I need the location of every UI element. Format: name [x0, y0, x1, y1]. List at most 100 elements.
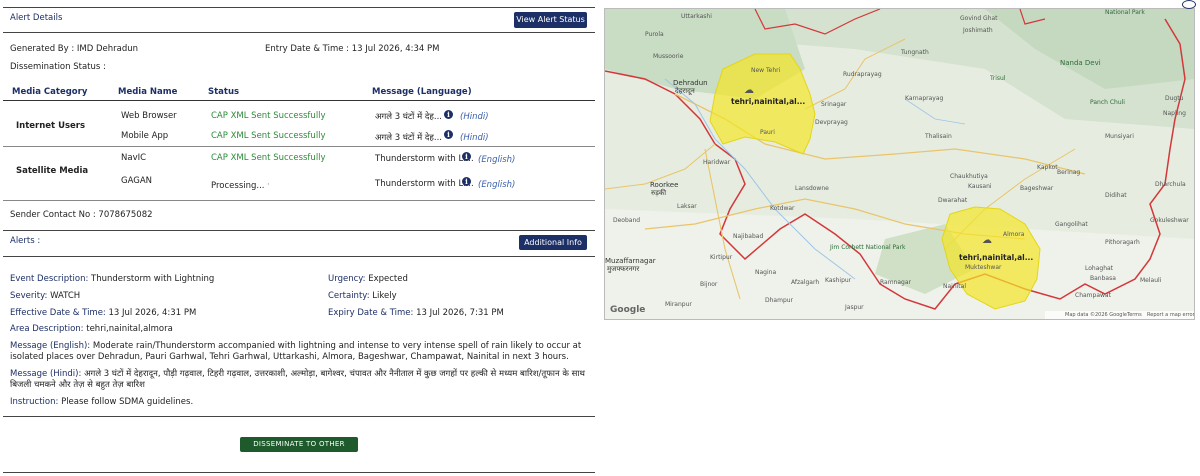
place-label: Roorkee — [650, 181, 679, 189]
loading-indicator: · — [267, 180, 270, 190]
place-label: Uttarkashi — [681, 13, 712, 20]
header-message-language: Message (Language) — [372, 87, 472, 97]
place-label: Afzalgarh — [791, 279, 820, 286]
place-label: Jim Corbett National Park — [830, 244, 906, 251]
google-logo: Google — [610, 305, 646, 315]
status-gagan: Processing... — [211, 181, 265, 191]
instruction-value: Please follow SDMA guidelines. — [61, 397, 194, 407]
divider — [3, 256, 595, 257]
place-label: Nainital — [943, 283, 966, 290]
lang-navic[interactable]: (English) — [478, 155, 515, 165]
place-label: Dharchula — [1155, 181, 1186, 188]
place-label: Berinag — [1057, 169, 1081, 176]
place-label: Rudraprayag — [843, 71, 882, 78]
place-label: National Park — [1105, 9, 1145, 16]
place-label: Munsiyari — [1105, 133, 1134, 140]
place-label: Kirtipur — [710, 254, 733, 261]
report-map-error-link[interactable]: Report a map error — [1147, 312, 1194, 318]
row-divider — [3, 146, 595, 147]
message-web-browser: अगले 3 घंटों में देह... — [375, 112, 442, 122]
info-icon[interactable]: i — [462, 152, 471, 161]
terms-link[interactable]: Terms — [1127, 312, 1142, 318]
row-divider — [3, 200, 595, 201]
divider — [3, 32, 595, 33]
place-label: Karnaprayag — [905, 95, 944, 102]
polygon-label[interactable]: tehri,nainital,al... — [959, 253, 1033, 262]
media-name-gagan: GAGAN — [121, 176, 153, 186]
info-icon[interactable]: i — [444, 110, 453, 119]
place-label: Nagina — [755, 269, 777, 276]
additional-info-button[interactable]: Additional Info — [519, 235, 587, 250]
message-hindi: Message (Hindi): अगले 3 घंटों में देहराद… — [10, 369, 590, 391]
place-label: Haridwar — [703, 159, 731, 166]
severity: Severity: WATCH — [10, 291, 80, 301]
severity-label: Severity: — [10, 291, 48, 301]
place-label: Banbasa — [1090, 275, 1116, 282]
place-label: Srinagar — [821, 101, 847, 108]
storm-cloud-icon[interactable]: ☁ — [744, 85, 754, 96]
place-label: Dwarahat — [938, 197, 968, 204]
place-label: Kapkot — [1037, 164, 1058, 171]
severity-value: WATCH — [50, 291, 81, 301]
lang-mobile-app[interactable]: (Hindi) — [460, 133, 489, 143]
dissemination-status: Dissemination Status : — [10, 62, 106, 72]
view-alert-status-button[interactable]: View Alert Status — [514, 12, 587, 28]
alert-map[interactable]: ☁ ☁ tehri,nainital,al... tehri,nainital,… — [604, 8, 1195, 320]
urgency: Urgency: Expected — [328, 274, 408, 284]
media-name-navic: NavIC — [121, 153, 147, 163]
place-label: Devprayag — [815, 119, 848, 126]
info-icon[interactable]: i — [444, 130, 453, 139]
place-label: Bijnor — [700, 281, 718, 288]
place-label: Pithoragarh — [1105, 239, 1140, 246]
urgency-label: Urgency: — [328, 274, 366, 284]
area-label: Area Description: — [10, 324, 84, 334]
place-label: New Tehri — [751, 67, 781, 74]
disseminate-button[interactable]: DISSEMINATE TO OTHER MEDIA — [240, 437, 358, 463]
category-internet-users: Internet Users — [16, 121, 86, 131]
message-navic: Thunderstorm with Li... — [375, 154, 474, 164]
msg-en-label: Message (English): — [10, 341, 91, 351]
event-value: Thunderstorm with Lightning — [91, 274, 215, 284]
place-label: Lansdowne — [795, 185, 829, 192]
place-label: Pauri — [760, 129, 775, 136]
effective-value: 13 Jul 2026, 4:31 PM — [108, 308, 197, 318]
place-label: Mukteshwar — [965, 264, 1002, 271]
message-mobile-app: अगले 3 घंटों में देह... — [375, 133, 442, 143]
place-label: Miranpur — [665, 301, 692, 308]
status-navic: CAP XML Sent Successfully — [211, 153, 326, 163]
divider — [3, 230, 595, 231]
place-label: Tungnath — [901, 49, 929, 56]
media-name-web-browser: Web Browser — [121, 111, 177, 121]
place-label: Laksar — [677, 203, 697, 210]
area-description: Area Description: tehri,nainital,almora — [10, 324, 173, 334]
instruction: Instruction: Please follow SDMA guidelin… — [10, 397, 193, 407]
certainty: Certainty: Likely — [328, 291, 397, 301]
place-label: Dehradun — [673, 79, 708, 87]
place-label: Didihat — [1105, 192, 1127, 199]
category-satellite-media: Satellite Media — [16, 166, 89, 176]
instruction-label: Instruction: — [10, 397, 59, 407]
divider — [3, 7, 595, 8]
place-label: Gangolihat — [1055, 221, 1088, 228]
lang-web-browser[interactable]: (Hindi) — [460, 112, 489, 122]
lang-gagan[interactable]: (English) — [478, 180, 515, 190]
place-label: Purola — [645, 31, 664, 38]
place-label: Trisul — [990, 75, 1006, 82]
place-label: Kashipur — [825, 277, 852, 284]
place-label: Dugtu — [1165, 95, 1184, 102]
status-mobile-app: CAP XML Sent Successfully — [211, 131, 326, 141]
sender-contact: Sender Contact No : 7078675082 — [10, 210, 153, 220]
storm-cloud-icon[interactable]: ☁ — [982, 235, 992, 246]
header-media-category: Media Category — [12, 87, 88, 97]
info-icon[interactable]: i — [462, 177, 471, 186]
msg-hi-label: Message (Hindi): — [10, 369, 82, 379]
divider — [3, 416, 595, 417]
msg-hi-value: अगले 3 घंटों में देहरादून, पौड़ी गढ़वाल,… — [10, 369, 585, 390]
polygon-label[interactable]: tehri,nainital,al... — [731, 97, 805, 106]
message-english: Message (English): Moderate rain/Thunder… — [10, 341, 590, 363]
divider — [3, 472, 595, 473]
expiry-label: Expiry Date & Time: — [328, 308, 414, 318]
place-label: Ramnagar — [880, 279, 911, 286]
media-name-mobile-app: Mobile App — [121, 131, 169, 141]
status-web-browser: CAP XML Sent Successfully — [211, 111, 326, 121]
